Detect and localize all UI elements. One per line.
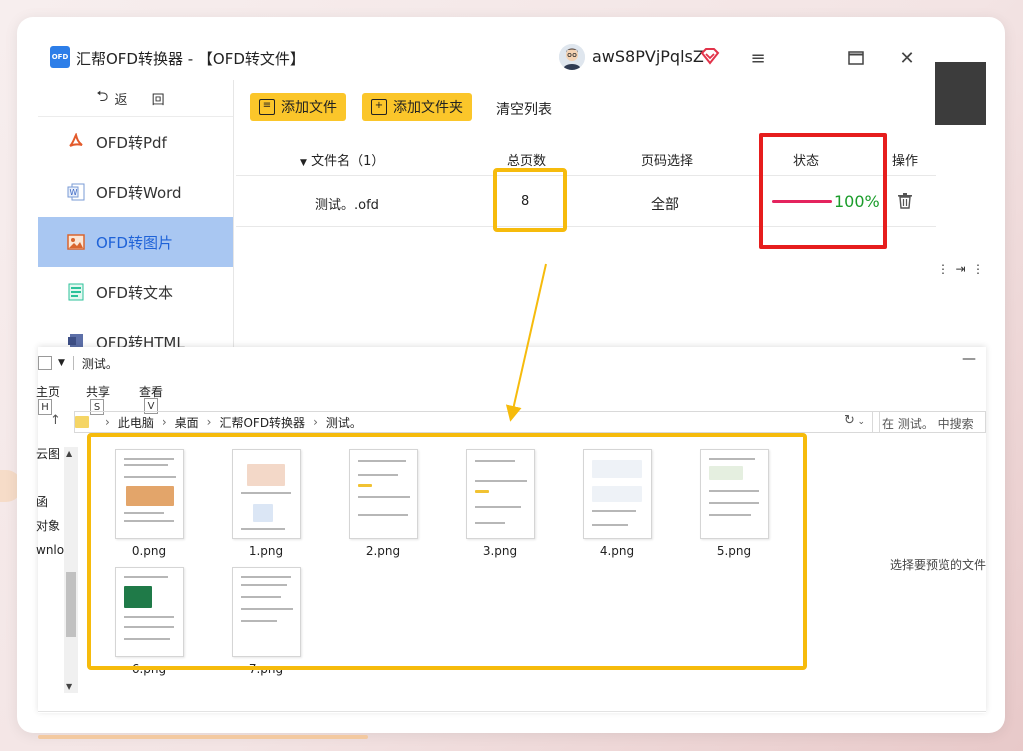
sidebar-item-label: OFD转图片 [96, 233, 173, 252]
close-icon[interactable]: ✕ [895, 46, 919, 70]
delete-icon[interactable] [898, 193, 912, 209]
chevron-right-icon: › [105, 415, 110, 429]
up-arrow-icon[interactable]: ↑ [50, 413, 61, 428]
vip-diamond-icon[interactable] [700, 46, 720, 66]
username[interactable]: awS8PVjPqlsZ [592, 47, 704, 66]
text-icon [66, 282, 86, 302]
scroll-thumb[interactable] [66, 572, 76, 637]
refresh-icon[interactable]: ↻ [844, 413, 855, 428]
back-label: 返 回 [114, 92, 175, 108]
pages-header: 总页数 [507, 154, 547, 169]
user-avatar-icon [559, 44, 585, 70]
sidebar-item-image[interactable]: OFD转图片 [38, 217, 233, 267]
dropdown-icon[interactable]: ▼ [58, 358, 65, 368]
back-arrow-icon: ⮌ [96, 86, 109, 105]
add-folder-button[interactable]: + 添加文件夹 [362, 93, 472, 121]
background-toolbar-icons: ⋮ ⇥ ⋮ [935, 262, 986, 280]
sidebar-item-text[interactable]: OFD转文本 [38, 267, 233, 317]
preview-hint: 选择要预览的文件 [890, 558, 987, 572]
explorer-bottom-border [38, 711, 986, 712]
address-dropdown-icon[interactable]: ⌄ [857, 417, 865, 427]
indent-icon: ⇥ [955, 262, 966, 276]
maximize-icon[interactable] [844, 46, 868, 70]
breadcrumb-item[interactable]: 汇帮OFD转换器 [219, 414, 305, 431]
app-logo: OFD [50, 46, 70, 68]
minimize-icon[interactable]: — [962, 351, 976, 367]
sidebar-item-html[interactable]: OFD转HTML [38, 317, 233, 350]
pdf-icon [66, 132, 86, 152]
background-window-strip [935, 62, 986, 125]
chevron-right-icon: › [206, 415, 212, 429]
sidebar-item-pdf[interactable]: OFD转Pdf [38, 117, 233, 167]
row-page-select[interactable]: 全部 [651, 194, 679, 214]
action-header: 操作 [892, 154, 919, 169]
status-highlight [759, 133, 887, 249]
word-icon: W [66, 182, 86, 202]
tab-home[interactable]: 主页 [36, 383, 60, 400]
sidebar-item-label: OFD转Pdf [96, 133, 167, 152]
sidebar-item-label: OFD转文本 [96, 283, 173, 302]
pages-highlight [493, 168, 567, 232]
explorer-title-bar: ▼ 测试。 [38, 353, 118, 373]
output-files-highlight [87, 433, 807, 670]
breadcrumb-item[interactable]: 此电脑 [118, 414, 154, 431]
more-icon: ⋮ [972, 262, 984, 276]
sidebar: ⮌ 返 回 OFD转Pdf W OFD转Word OFD转图片 OFD转文本 O… [38, 80, 234, 350]
tab-share[interactable]: 共享 [86, 383, 110, 400]
menu-icon[interactable]: ≡ [746, 46, 770, 70]
clear-list-button[interactable]: 清空列表 [496, 99, 552, 119]
breadcrumb-item[interactable]: 桌面 [175, 414, 199, 431]
list-icon: ⋮ [937, 262, 949, 276]
back-button[interactable]: ⮌ 返 回 [38, 80, 233, 117]
add-file-label: 添加文件 [281, 100, 337, 116]
scroll-down-icon[interactable]: ▼ [66, 682, 72, 691]
add-file-button[interactable]: ≡ 添加文件 [250, 93, 346, 121]
divider [72, 356, 74, 370]
add-folder-label: 添加文件夹 [393, 100, 463, 116]
image-icon [66, 232, 86, 252]
breadcrumb-item[interactable]: 测试。 [326, 414, 362, 431]
page-select-header: 页码选择 [641, 154, 694, 169]
sidebar-item-label: OFD转Word [96, 183, 182, 202]
background-decoration-line [38, 735, 368, 739]
folder-icon [75, 416, 89, 428]
title-bar: OFD 汇帮OFD转换器 - 【OFD转文件】 awS8PVjPqlsZ ≡ ✕ [38, 40, 935, 76]
explorer-title: 测试。 [81, 356, 118, 371]
quick-access-icon[interactable] [38, 356, 52, 370]
window-title: 汇帮OFD转换器 - 【OFD转文件】 [76, 50, 305, 68]
nav-scrollbar[interactable]: ▲ ▼ [64, 447, 78, 693]
svg-text:W: W [70, 188, 78, 197]
sort-filename-header[interactable]: ▼ 文件名（1） [300, 150, 384, 169]
chevron-right-icon: › [313, 415, 318, 429]
add-folder-icon: + [371, 99, 387, 115]
sidebar-item-word[interactable]: W OFD转Word [38, 167, 233, 217]
search-input[interactable]: 在 测试。 中搜索 [872, 411, 986, 433]
avatar[interactable] [559, 44, 585, 70]
scroll-up-icon[interactable]: ▲ [66, 449, 72, 458]
address-bar[interactable]: › 此电脑 › 桌面 › 汇帮OFD转换器 › 测试。 ⌄ [74, 411, 880, 433]
row-filename: 测试。.ofd [315, 198, 379, 213]
chevron-right-icon: › [161, 415, 167, 429]
sort-down-icon: ▼ [300, 158, 307, 168]
add-file-icon: ≡ [259, 99, 275, 115]
